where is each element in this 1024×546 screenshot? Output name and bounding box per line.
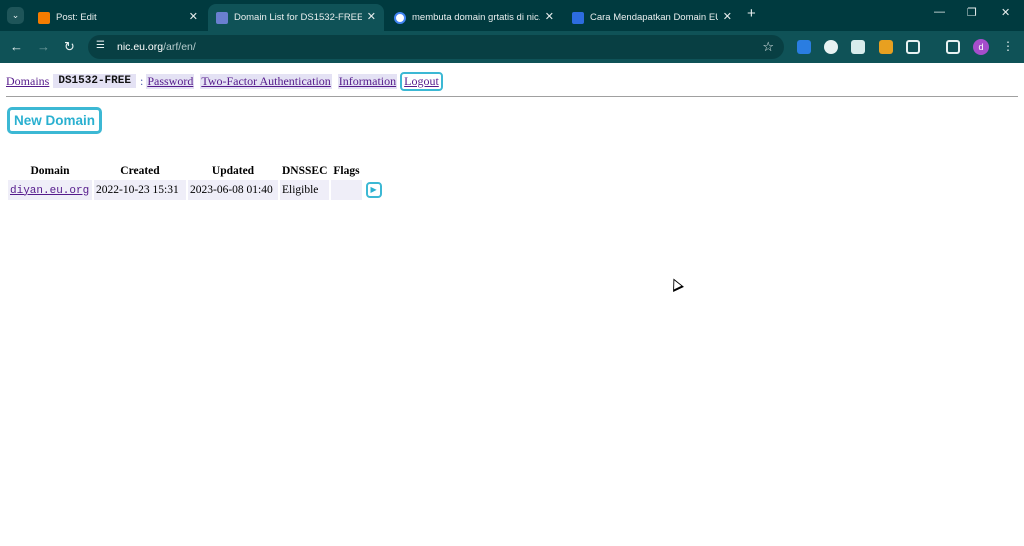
browser-toolbar: ← → ↻ ☰ nic.eu.org/arf/en/ ☆ <box>0 31 1024 63</box>
domain-table: Domain Created Updated DNSSEC Flags diya… <box>6 162 386 202</box>
eu-org-icon <box>216 11 228 24</box>
column-header-updated: Updated <box>211 165 255 177</box>
column-header-flags: Flags <box>333 165 360 177</box>
tab-title: Cara Mendapatkan Domain EU. <box>590 12 718 23</box>
tab-strip: ⌄ Post: Edit ✕ Domain List for DS1532-FR… <box>0 0 1024 31</box>
new-tab-button[interactable]: + <box>747 5 756 22</box>
tab-google-search[interactable]: membuta domain grtatis di nic. ✕ <box>386 4 562 31</box>
action-cell: ▶ <box>364 180 384 200</box>
side-panel-icon[interactable] <box>946 40 960 54</box>
address-bar[interactable]: ☰ nic.eu.org/arf/en/ ☆ <box>88 35 784 59</box>
tab-title: Post: Edit <box>56 12 97 23</box>
screen-capture-extension-icon[interactable] <box>851 40 865 54</box>
bookmark-star-icon[interactable]: ☆ <box>762 39 774 55</box>
new-domain-button[interactable]: New Domain <box>7 107 103 134</box>
created-cell: 2022-10-23 15:31 <box>94 180 186 200</box>
password-link[interactable]: Password <box>146 73 195 89</box>
flags-cell <box>331 180 362 200</box>
nav-separator: : <box>139 73 144 88</box>
tab-title: membuta domain grtatis di nic. <box>412 12 540 23</box>
page-icon <box>572 11 584 24</box>
minimize-icon[interactable]: — <box>934 6 945 18</box>
column-header-dnssec: DNSSEC <box>282 165 328 177</box>
tab-title: Domain List for DS1532-FREE <box>234 12 362 23</box>
account-nav: Domains DS1532-FREE : Password Two-Facto… <box>6 71 443 91</box>
two-factor-link[interactable]: Two-Factor Authentication <box>200 73 332 89</box>
column-header-domain: Domain <box>30 165 70 177</box>
close-icon[interactable]: ✕ <box>367 10 376 23</box>
extension-off-badge-icon[interactable] <box>879 40 893 54</box>
close-icon[interactable]: ✕ <box>189 10 198 23</box>
forward-button[interactable]: → <box>37 39 50 54</box>
tab-domain-list[interactable]: Domain List for DS1532-FREE ✕ <box>208 4 384 31</box>
information-link[interactable]: Information <box>337 73 398 89</box>
domain-cell: diyan.eu.org <box>8 180 92 200</box>
domains-link[interactable]: Domains <box>6 74 49 89</box>
account-handle: DS1532-FREE <box>53 74 136 88</box>
close-icon[interactable]: ✕ <box>545 10 554 23</box>
translate-extension-icon[interactable] <box>797 40 811 54</box>
back-button[interactable]: ← <box>10 39 23 54</box>
tab-post-edit[interactable]: Post: Edit ✕ <box>30 4 206 31</box>
divider <box>6 96 1018 97</box>
extensions-puzzle-icon[interactable] <box>906 40 920 54</box>
page-content: Domains DS1532-FREE : Password Two-Facto… <box>0 63 1024 546</box>
tab-search-button[interactable]: ⌄ <box>7 7 24 24</box>
table-row: diyan.eu.org 2022-10-23 15:31 2023-06-08… <box>8 180 384 200</box>
site-info-icon[interactable]: ☰ <box>96 40 105 51</box>
reload-button[interactable]: ↻ <box>64 39 75 55</box>
speedometer-extension-icon[interactable] <box>824 40 838 54</box>
google-icon <box>394 11 406 24</box>
browser-menu-icon[interactable]: ⋮ <box>1002 39 1014 53</box>
column-header-created: Created <box>120 165 160 177</box>
window-close-icon[interactable]: ✕ <box>1001 6 1010 19</box>
logout-button[interactable]: Logout <box>400 71 443 91</box>
blogger-icon <box>38 11 50 24</box>
profile-avatar[interactable]: d <box>973 39 989 55</box>
url-text: nic.eu.org/arf/en/ <box>117 41 196 53</box>
play-icon[interactable]: ▶ <box>365 182 382 198</box>
domain-link[interactable]: diyan.eu.org <box>10 185 89 197</box>
dnssec-cell: Eligible <box>280 180 330 200</box>
close-icon[interactable]: ✕ <box>723 10 732 23</box>
tab-cara-mendapatkan[interactable]: Cara Mendapatkan Domain EU. ✕ <box>564 4 740 31</box>
restore-icon[interactable]: ❐ <box>967 6 977 19</box>
updated-cell: 2023-06-08 01:40 <box>188 180 278 200</box>
